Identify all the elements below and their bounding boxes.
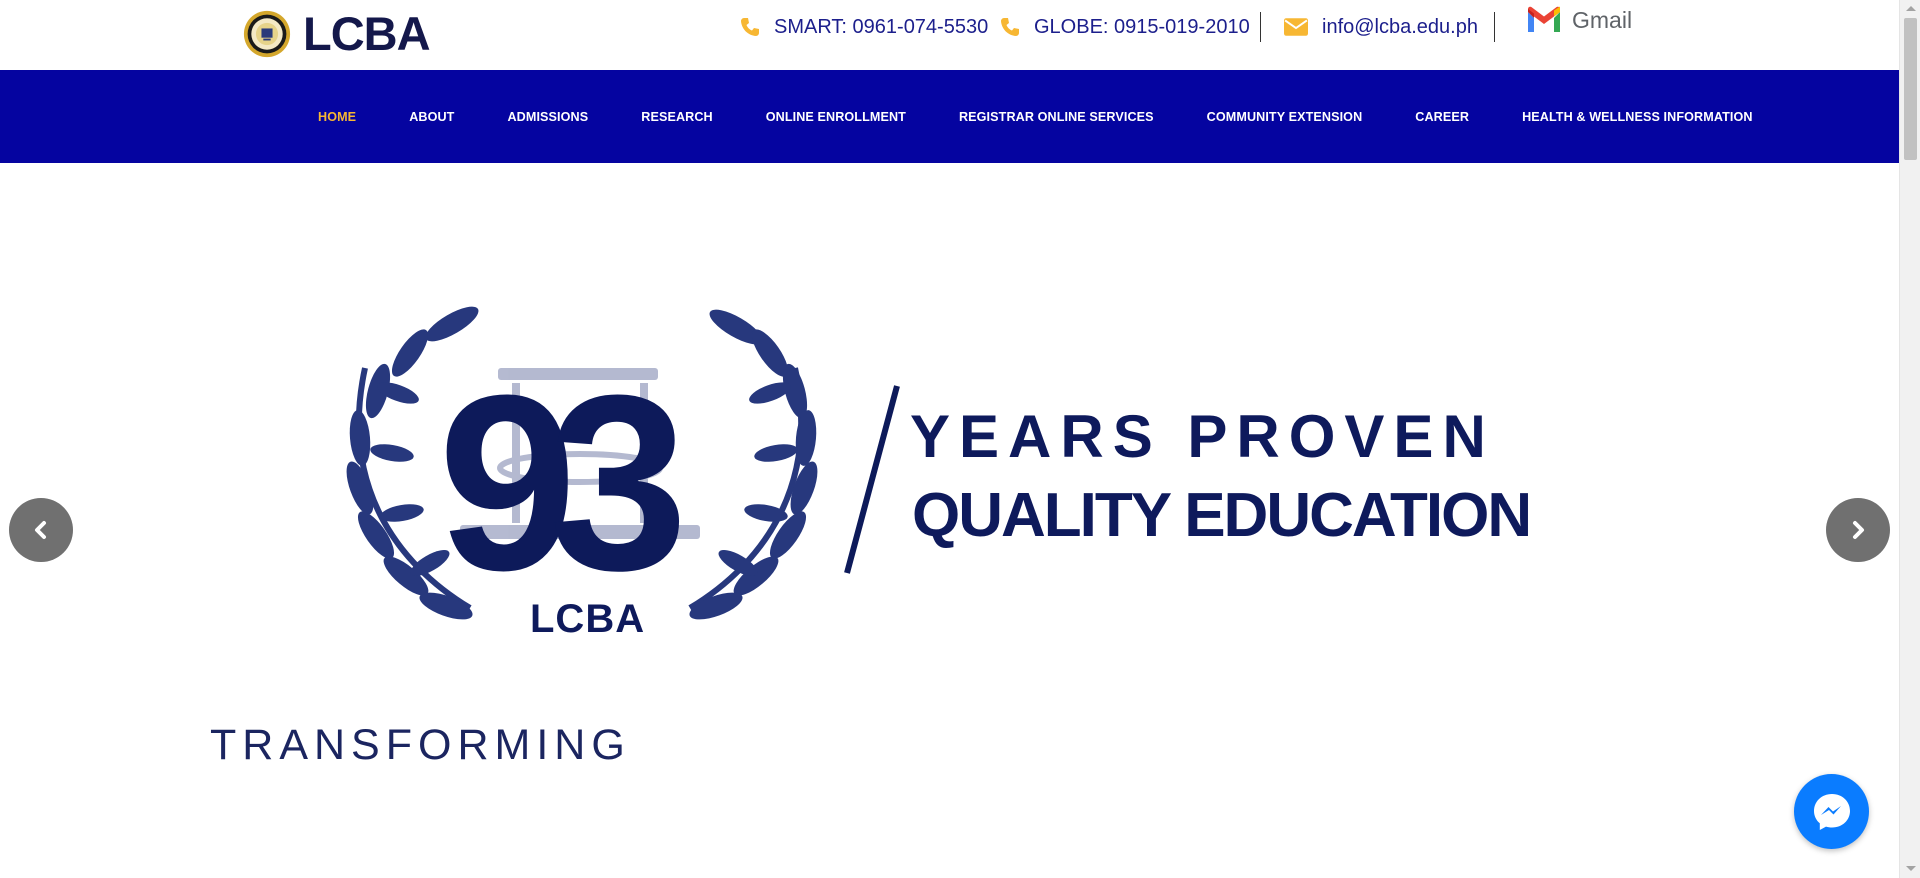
nav-community-extension[interactable]: COMMUNITY EXTENSION [1207,110,1363,124]
chevron-right-icon [1853,521,1864,539]
carousel-next-button[interactable] [1826,498,1890,562]
envelope-icon [1284,18,1308,36]
brand-name: LCBA [303,7,431,60]
carousel-prev-button[interactable] [9,498,73,562]
smart-phone-label: SMART: 0961-074-5530 [774,15,989,38]
page-scrollbar[interactable] [1899,0,1920,878]
hero-tagline: TRANSFORMING [210,721,631,769]
top-bar: LCBA SMART: 0961-074-5530 GLOBE: 0915-01… [0,0,1899,70]
phone-icon [1001,18,1019,36]
email-contact[interactable]: info@lcba.edu.ph [1284,12,1478,42]
nav-home[interactable]: HOME [318,110,356,124]
messenger-chat-button[interactable] [1794,774,1869,849]
messenger-icon [1813,793,1850,830]
school-seal-icon [243,10,291,58]
nav-registrar-online-services[interactable]: REGISTRAR ONLINE SERVICES [959,110,1154,124]
nav-about[interactable]: ABOUT [409,110,454,124]
hero-carousel: 93 YEARS PROVEN QUALITY EDUCATION LCBA T… [0,163,1899,878]
smart-phone-contact[interactable]: SMART: 0961-074-5530 [740,12,988,42]
chevron-left-icon [35,521,46,539]
email-label: info@lcba.edu.ph [1322,15,1478,38]
phone-icon [741,18,759,36]
nav-research[interactable]: RESEARCH [641,110,712,124]
brand-logo-link[interactable]: LCBA [241,7,431,60]
scrollbar-thumb[interactable] [1904,18,1917,160]
divider [1260,12,1261,42]
laurel-right-icon [688,309,818,620]
gmail-label: Gmail [1572,6,1633,33]
hero-headline-line2: QUALITY EDUCATION [912,481,1532,550]
nav-career[interactable]: CAREER [1415,110,1469,124]
nav-online-enrollment[interactable]: ONLINE ENROLLMENT [766,110,906,124]
divider [1494,12,1495,42]
wreath-label: LCBA [530,597,646,641]
slash-divider [844,385,900,574]
globe-phone-contact[interactable]: GLOBE: 0915-019-2010 [1000,12,1250,42]
gmail-icon [1528,6,1560,32]
globe-phone-label: GLOBE: 0915-019-2010 [1034,15,1250,38]
hero-headline-line1: YEARS PROVEN [910,403,1495,470]
gmail-link[interactable]: Gmail [1526,6,1632,34]
nav-admissions[interactable]: ADMISSIONS [507,110,588,124]
anniversary-number: 93 [438,343,679,622]
main-nav: HOME ABOUT ADMISSIONS RESEARCH ONLINE EN… [0,70,1899,163]
nav-health-wellness[interactable]: HEALTH & WELLNESS INFORMATION [1522,110,1753,124]
scroll-down-arrow-icon[interactable] [1906,866,1916,871]
scroll-up-arrow-icon[interactable] [1906,6,1916,11]
